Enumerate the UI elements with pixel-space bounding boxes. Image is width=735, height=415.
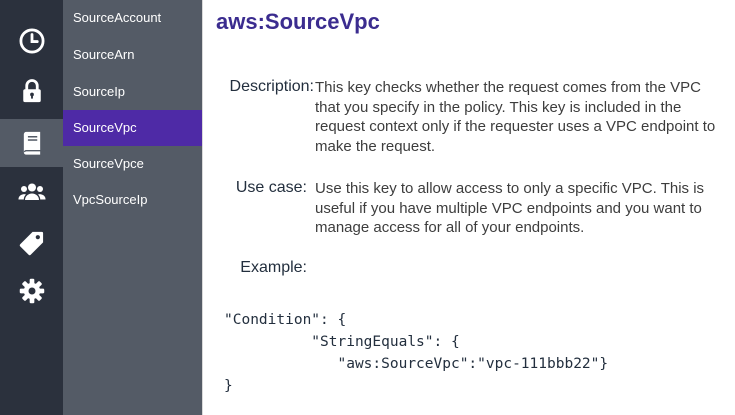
key-item-sourcearn[interactable]: SourceArn bbox=[63, 37, 202, 73]
example-label: Example: bbox=[240, 259, 307, 276]
code-line: "StringEquals": { bbox=[224, 334, 460, 350]
users-icon bbox=[17, 183, 46, 200]
code-line: "aws:SourceVpc":"vpc-111bbb22"} bbox=[224, 356, 609, 372]
gear-icon bbox=[19, 278, 44, 304]
nav-history-button[interactable] bbox=[0, 17, 63, 65]
page-title: aws:SourceVpc bbox=[216, 9, 380, 34]
nav-tags-button[interactable] bbox=[0, 219, 63, 267]
description-label: Description: bbox=[229, 78, 314, 95]
nav-settings-button[interactable] bbox=[0, 267, 63, 315]
description-text: This key checks whether the request come… bbox=[315, 79, 716, 155]
condition-key-list: SourceAccount SourceArn SourceIp SourceV… bbox=[63, 0, 202, 415]
nav-users-button[interactable] bbox=[0, 168, 63, 216]
tag-icon bbox=[19, 231, 43, 256]
key-detail-panel: aws:SourceVpc Description: This key chec… bbox=[203, 0, 735, 415]
use-case-label: Use case: bbox=[235, 179, 307, 196]
key-item-sourceaccount[interactable]: SourceAccount bbox=[63, 0, 202, 36]
key-item-vpcsourceip[interactable]: VpcSourceIp bbox=[63, 182, 202, 218]
nav-docs-button[interactable] bbox=[0, 119, 63, 167]
key-item-sourcevpc[interactable]: SourceVpc bbox=[63, 110, 202, 146]
key-item-sourcevpce[interactable]: SourceVpce bbox=[63, 146, 202, 182]
example-code-block: "Condition": { "StringEquals": { "aws:So… bbox=[224, 309, 608, 397]
clock-icon bbox=[19, 28, 44, 54]
book-icon bbox=[23, 131, 40, 155]
key-item-sourceip[interactable]: SourceIp bbox=[63, 74, 202, 110]
code-line: } bbox=[224, 378, 233, 394]
code-line: "Condition": { bbox=[224, 312, 347, 328]
lock-icon bbox=[22, 79, 41, 103]
nav-security-button[interactable] bbox=[0, 67, 63, 115]
use-case-text: Use this key to allow access to only a s… bbox=[315, 180, 705, 236]
icon-rail bbox=[0, 0, 63, 415]
